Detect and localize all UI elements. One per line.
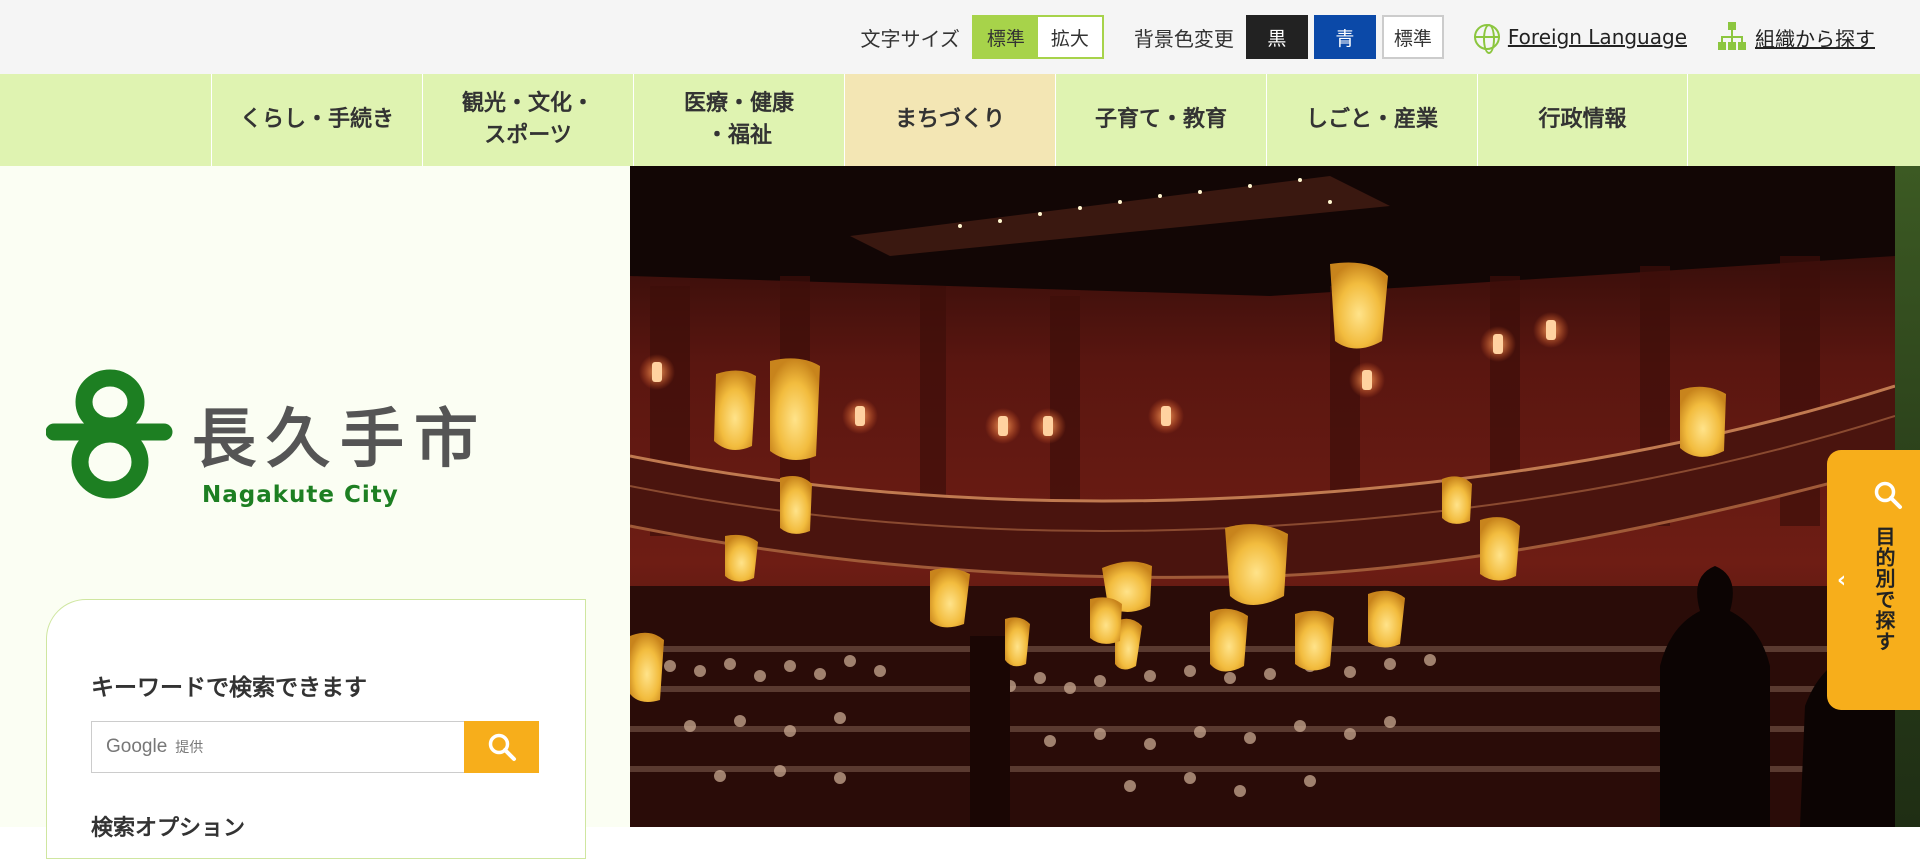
nav-item-label: まちづくり — [894, 107, 1005, 133]
font-size-label: 文字サイズ — [860, 26, 960, 51]
search-placeholder-suffix: 提供 — [175, 740, 204, 756]
hero-image — [630, 166, 1895, 827]
nav-item-label: くらし・手続き — [239, 107, 394, 133]
search-options-link[interactable]: 検索オプション — [91, 810, 245, 842]
search-button[interactable] — [464, 721, 539, 773]
search-row: Google 提供 — [91, 721, 539, 773]
hero-theater-photo — [630, 166, 1895, 827]
chevron-left-icon: ‹ — [1837, 568, 1847, 593]
font-size-standard-button[interactable]: 標準 — [973, 17, 1038, 57]
nav-item-label: 医療・健康 ・福祉 — [683, 91, 794, 148]
bg-blue-button[interactable]: 青 — [1313, 15, 1376, 59]
org-search-link[interactable]: 組織から探す — [1717, 22, 1875, 52]
nav-item-government[interactable]: 行政情報 — [1477, 74, 1688, 166]
search-panel: キーワードで検索できます Google 提供 検索オプション — [46, 599, 586, 859]
nav-item-town-planning[interactable]: まちづくり — [844, 74, 1055, 166]
search-input[interactable]: Google 提供 — [91, 721, 464, 773]
nav-item-childcare[interactable]: 子育て・教育 — [1055, 74, 1266, 166]
city-name-en: Nagakute City — [202, 482, 399, 508]
purpose-search-tab[interactable]: ‹ 目的別で探す — [1827, 450, 1920, 710]
font-size-toggle: 標準 拡大 — [971, 15, 1104, 59]
city-name-ja: 長久手市 — [192, 403, 488, 477]
bg-color-label: 背景色変更 — [1133, 26, 1234, 51]
city-logo[interactable]: 長久手市 Nagakute City — [46, 366, 506, 526]
bg-black-button[interactable]: 黒 — [1245, 15, 1308, 59]
global-nav: くらし・手続き 観光・文化・ スポーツ 医療・健康 ・福祉 まちづくり 子育て・… — [0, 74, 1920, 166]
search-placeholder-brand: Google — [106, 736, 168, 757]
nav-item-label: 子育て・教育 — [1094, 107, 1227, 133]
nav-item-label: しごと・産業 — [1305, 107, 1438, 133]
nav-item-label: 観光・文化・ スポーツ — [461, 91, 594, 148]
globe-icon — [1473, 24, 1500, 54]
nav-item-living[interactable]: くらし・手続き — [211, 74, 422, 166]
foreign-language-label: Foreign Language — [1507, 25, 1687, 49]
bg-standard-button[interactable]: 標準 — [1381, 15, 1444, 59]
search-title: キーワードで検索できます — [91, 675, 367, 701]
nav-item-label: 行政情報 — [1538, 107, 1627, 133]
org-chart-icon — [1717, 22, 1747, 52]
search-icon — [1874, 481, 1902, 509]
bg-color-buttons: 黒 青 標準 — [1245, 15, 1444, 59]
font-size-large-button[interactable]: 拡大 — [1038, 17, 1102, 57]
search-icon — [488, 733, 516, 761]
org-search-label: 組織から探す — [1755, 26, 1875, 51]
purpose-search-label: 目的別で探す — [1872, 526, 1896, 652]
nav-item-tourism[interactable]: 観光・文化・ スポーツ — [422, 74, 633, 166]
nav-item-work[interactable]: しごと・産業 — [1266, 74, 1477, 166]
left-panel: 長久手市 Nagakute City キーワードで検索できます Google 提… — [0, 166, 630, 859]
city-emblem-icon — [46, 369, 173, 499]
foreign-language-link[interactable]: Foreign Language — [1473, 24, 1687, 54]
utility-bar: 文字サイズ 標準 拡大 背景色変更 黒 青 標準 Foreign Languag… — [0, 0, 1920, 74]
nav-item-health[interactable]: 医療・健康 ・福祉 — [633, 74, 844, 166]
